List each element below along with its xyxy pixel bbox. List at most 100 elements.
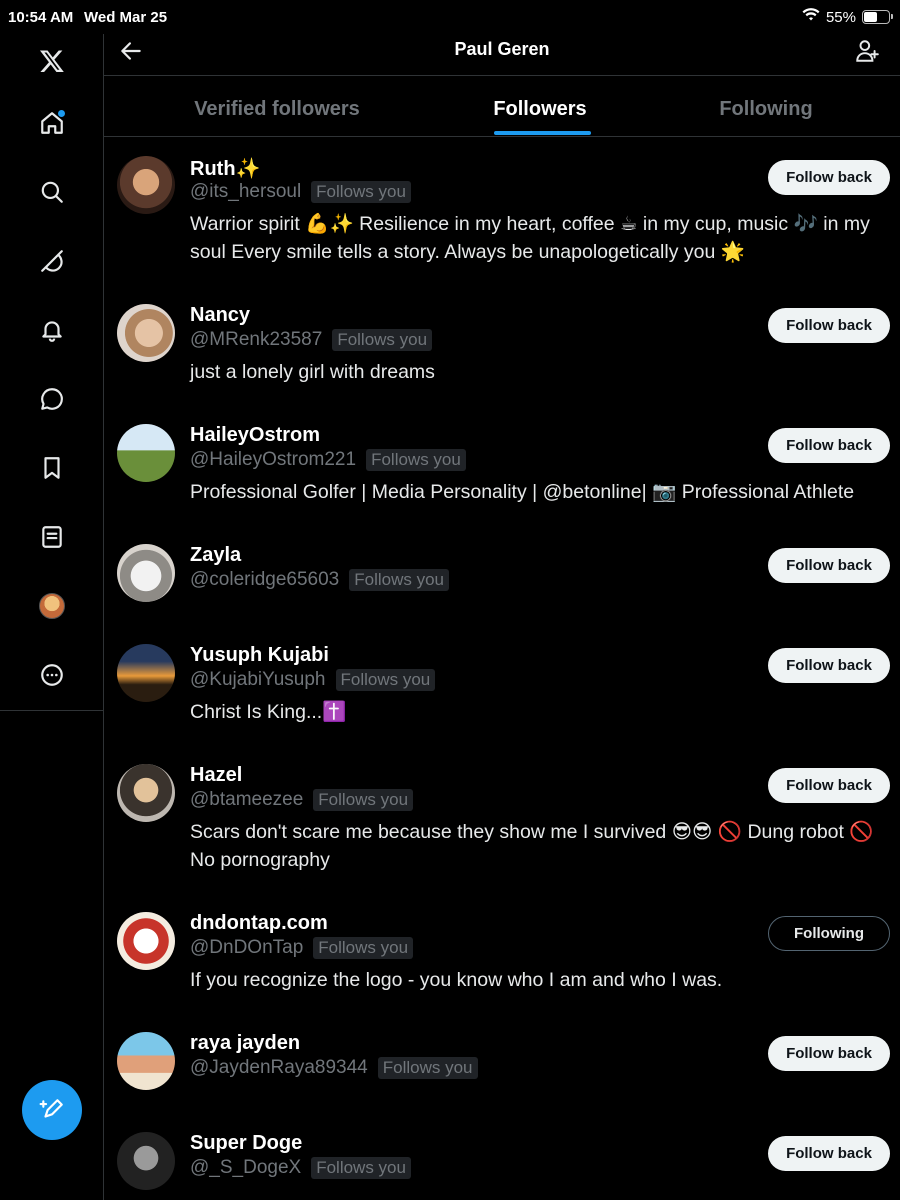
list-item[interactable]: Zayla @coleridge65603 Follows you Follow ba… [104, 544, 900, 654]
follow-back-button[interactable]: Follow back [768, 548, 890, 583]
user-handle: @HaileyOstrom221 [190, 449, 357, 470]
follow-back-button[interactable]: Follow back [768, 428, 890, 463]
user-handle: @KujabiYusuph [190, 669, 326, 690]
page-header: Paul Geren [104, 34, 900, 76]
chat-icon[interactable] [27, 374, 77, 424]
handle-line: @MRenk23587 Follows you [190, 329, 433, 351]
sidebar [0, 34, 104, 1200]
avatar[interactable] [117, 1032, 175, 1090]
battery-level [864, 12, 878, 22]
battery-percent: 55% [825, 8, 856, 26]
user-bio: Warrior spirit 💪✨ Resilience in my heart… [190, 213, 870, 263]
handle-line: @coleridge65603 Follows you [190, 569, 449, 591]
follows-you-badge: Follows you [349, 569, 449, 591]
avatar[interactable] [117, 156, 175, 214]
user-name[interactable]: dndontap.com [190, 912, 328, 935]
status-time: 10:54 AM [8, 9, 74, 26]
list-item[interactable]: Super Doge @_S_DogeX Follows you Follow bac… [104, 1132, 900, 1200]
user-bio: Professional Golfer | Media Personality … [190, 481, 855, 503]
avatar[interactable] [117, 912, 175, 970]
wifi-icon [802, 8, 820, 26]
page-title: Paul Geren [454, 39, 550, 59]
compose-button[interactable] [22, 1080, 82, 1140]
sidebar-divider [0, 710, 103, 711]
grok-icon[interactable] [27, 236, 77, 286]
main-content: Paul Geren Verified followers Followers … [104, 34, 900, 1200]
user-bio: just a lonely girl with dreams [190, 361, 435, 383]
following-button[interactable]: Following [768, 916, 890, 951]
follow-back-button[interactable]: Follow back [768, 648, 890, 683]
follow-back-button[interactable]: Follow back [768, 1036, 890, 1071]
user-handle: @its_hersoul [190, 181, 302, 202]
profile-avatar[interactable] [27, 581, 77, 631]
bell-icon[interactable] [27, 305, 77, 355]
handle-line: @HaileyOstrom221 Follows you [190, 449, 466, 471]
status-bar: 10:54 AM Wed Mar 25 55% [0, 0, 900, 34]
list-item[interactable]: HaileyOstrom @HaileyOstrom221 Follows you P… [104, 424, 900, 534]
user-bio: Scars don't scare me because they show m… [190, 821, 874, 871]
follow-back-button[interactable]: Follow back [768, 768, 890, 803]
follows-you-badge: Follows you [366, 449, 466, 471]
user-name[interactable]: Nancy [190, 304, 250, 327]
user-name[interactable]: Zayla [190, 544, 241, 567]
user-bio: Christ Is King...✝️ [190, 701, 347, 723]
avatar[interactable] [117, 1132, 175, 1190]
avatar[interactable] [117, 644, 175, 702]
follows-you-badge: Follows you [335, 669, 436, 691]
list-item[interactable]: Nancy @MRenk23587 Follows you just a lonely… [104, 304, 900, 414]
add-person-icon[interactable] [854, 37, 880, 65]
follow-back-button[interactable]: Follow back [768, 308, 890, 343]
list-item[interactable]: Hazel @btameezee Follows you Scars don't sc… [104, 764, 900, 874]
handle-line: @JaydenRaya89344 Follows you [190, 1057, 478, 1079]
user-name[interactable]: HaileyOstrom [190, 424, 320, 447]
profile-avatar-image [39, 593, 65, 619]
lists-icon[interactable] [27, 512, 77, 562]
user-bio: If you recognize the logo - you know who… [190, 969, 723, 991]
user-handle: @btameezee [190, 789, 304, 810]
compose-icon [39, 1099, 63, 1118]
user-name[interactable]: Hazel [190, 764, 242, 787]
handle-line: @DnDOnTap Follows you [190, 937, 414, 959]
list-item[interactable]: Yusuph Kujabi @KujabiYusuph Follows you Chr… [104, 644, 900, 754]
follow-back-button[interactable]: Follow back [768, 160, 890, 195]
more-icon[interactable] [27, 650, 77, 700]
tab-following[interactable]: Following [678, 98, 854, 121]
user-handle: @MRenk23587 [190, 329, 323, 350]
follows-you-badge: Follows you [313, 937, 414, 959]
user-handle: @DnDOnTap [190, 937, 304, 958]
follows-you-badge: Follows you [311, 1157, 411, 1179]
user-name[interactable]: Ruth✨ [190, 156, 260, 181]
tab-followers[interactable]: Followers [457, 98, 623, 121]
user-handle: @JaydenRaya89344 [190, 1057, 368, 1078]
user-name[interactable]: raya jayden [190, 1032, 300, 1055]
status-date: Wed Mar 25 [84, 9, 168, 26]
follows-you-badge: Follows you [377, 1057, 478, 1079]
tab-bar: Verified followers Followers Following [104, 76, 900, 137]
handle-line: @its_hersoul Follows you [190, 181, 411, 203]
follows-you-badge: Follows you [313, 789, 414, 811]
list-item[interactable]: Ruth✨ @its_hersoul Follows you Warrior spir… [104, 156, 900, 266]
avatar[interactable] [117, 544, 175, 602]
battery-icon [862, 10, 893, 24]
avatar[interactable] [117, 424, 175, 482]
follows-you-badge: Follows you [311, 181, 411, 203]
avatar[interactable] [117, 304, 175, 362]
notification-dot [58, 110, 65, 117]
user-name[interactable]: Super Doge [190, 1132, 302, 1155]
bookmark-icon[interactable] [27, 443, 77, 493]
list-item[interactable]: dndontap.com @DnDOnTap Follows you If you r… [104, 912, 900, 1022]
handle-line: @KujabiYusuph Follows you [190, 669, 436, 691]
follow-back-button[interactable]: Follow back [768, 1136, 890, 1171]
user-handle: @coleridge65603 [190, 569, 340, 590]
tab-verified-followers[interactable]: Verified followers [144, 98, 410, 121]
x-logo-icon[interactable] [27, 36, 77, 86]
handle-line: @_S_DogeX Follows you [190, 1157, 411, 1179]
home-icon[interactable] [27, 98, 77, 148]
avatar[interactable] [117, 764, 175, 822]
user-name[interactable]: Yusuph Kujabi [190, 644, 329, 667]
list-item[interactable]: raya jayden @JaydenRaya89344 Follows you Fo… [104, 1032, 900, 1142]
status-right: 55% [802, 8, 893, 26]
search-icon[interactable] [27, 167, 77, 217]
user-handle: @_S_DogeX [190, 1157, 302, 1178]
active-tab-indicator [494, 131, 591, 135]
